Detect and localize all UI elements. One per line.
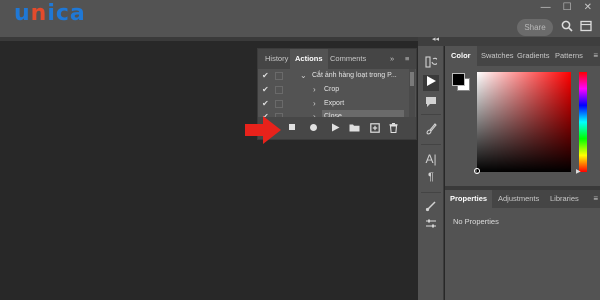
divider — [421, 144, 441, 145]
brush-settings-icon[interactable] — [423, 123, 439, 138]
hue-slider-marker[interactable]: ▶ — [576, 168, 581, 175]
panel-menu-icon[interactable]: ≡ — [593, 194, 598, 203]
comments-panel-icon[interactable] — [423, 96, 439, 111]
action-set-label: Cắt ảnh hàng loạt trong P... — [312, 72, 397, 79]
stop-recording-icon[interactable] — [288, 123, 296, 134]
chevron-down-icon[interactable]: ⌄ — [300, 69, 307, 83]
hue-slider[interactable] — [579, 72, 587, 172]
tab-libraries[interactable]: Libraries — [545, 190, 584, 208]
brush-icon[interactable] — [423, 200, 439, 215]
properties-panel-tabs: Properties Adjustments Libraries ≡ — [445, 190, 600, 208]
character-panel-icon[interactable]: A| — [423, 152, 439, 166]
color-panel: Color Swatches Gradients Patterns ≡ ▶ — [445, 46, 600, 186]
chevron-right-icon[interactable]: › — [313, 83, 316, 97]
dock-header: ◂◂ — [418, 35, 600, 46]
actions-panel-icon[interactable] — [423, 75, 439, 91]
adjustment-sliders-icon[interactable] — [423, 218, 439, 233]
tab-actions[interactable]: Actions — [290, 49, 328, 69]
divider — [421, 114, 441, 115]
panel-menu-icon[interactable]: ≡ — [400, 49, 414, 69]
minimize-button[interactable]: — — [541, 2, 551, 13]
color-panel-tabs: Color Swatches Gradients Patterns ≡ — [445, 46, 600, 66]
properties-panel: Properties Adjustments Libraries ≡ No Pr… — [445, 190, 600, 300]
action-row-export[interactable]: ✔ › Export — [258, 97, 408, 111]
checkmark-icon[interactable]: ✔ — [262, 69, 269, 83]
tab-color[interactable]: Color — [445, 46, 477, 66]
checkmark-icon[interactable]: ✔ — [262, 97, 269, 111]
scrollbar-thumb[interactable] — [410, 72, 414, 86]
dialog-toggle-box[interactable] — [275, 86, 283, 94]
history-panel-icon[interactable] — [423, 56, 439, 71]
share-button[interactable]: Share — [517, 19, 553, 36]
tab-adjustments[interactable]: Adjustments — [493, 190, 544, 208]
collapse-dock-icon[interactable]: ◂◂ — [432, 35, 439, 43]
divider — [421, 192, 441, 193]
tab-swatches[interactable]: Swatches — [477, 46, 518, 66]
panel-icon-strip: A| ¶ — [418, 46, 444, 300]
dialog-toggle-box[interactable] — [275, 100, 283, 108]
tab-history[interactable]: History — [260, 49, 293, 69]
dialog-toggle-box[interactable] — [275, 72, 283, 80]
paragraph-panel-icon[interactable]: ¶ — [423, 171, 439, 183]
new-action-icon[interactable] — [370, 123, 380, 136]
color-picker-marker[interactable] — [474, 168, 480, 174]
foreground-color-swatch[interactable] — [452, 73, 465, 86]
action-label: Crop — [324, 86, 340, 93]
checkmark-icon[interactable]: ✔ — [262, 83, 269, 97]
action-label: Export — [324, 100, 345, 107]
workspace-icon[interactable] — [580, 20, 592, 35]
play-icon[interactable] — [331, 123, 340, 135]
tab-gradients[interactable]: Gradients — [513, 46, 554, 66]
search-icon[interactable] — [561, 20, 573, 35]
chevron-right-icon[interactable]: › — [313, 97, 316, 111]
maximize-button[interactable]: ☐ — [563, 2, 572, 13]
actions-panel-tabs: History Actions Comments » ≡ — [258, 49, 416, 69]
action-set-row[interactable]: ✔ ⌄ Cắt ảnh hàng loạt trong P... — [258, 69, 408, 83]
app-top-bar: unica — ☐ ✕ Share — [0, 0, 600, 37]
tab-properties[interactable]: Properties — [445, 190, 493, 208]
window-controls: — ☐ ✕ — [541, 2, 592, 13]
no-properties-text: No Properties — [453, 217, 499, 226]
unica-logo: unica — [14, 1, 86, 26]
saturation-brightness-field[interactable] — [477, 72, 571, 172]
action-row-crop[interactable]: ✔ › Crop — [258, 83, 408, 97]
panel-menu-icon[interactable]: ≡ — [593, 51, 598, 60]
red-arrow-annotation — [245, 116, 281, 144]
folder-icon[interactable] — [349, 123, 360, 135]
tab-patterns[interactable]: Patterns — [551, 46, 587, 66]
trash-icon[interactable] — [389, 123, 398, 136]
record-icon[interactable] — [309, 123, 318, 135]
close-button[interactable]: ✕ — [584, 2, 592, 13]
tab-comments[interactable]: Comments — [325, 49, 371, 69]
collapse-panel-icon[interactable]: » — [385, 49, 399, 69]
